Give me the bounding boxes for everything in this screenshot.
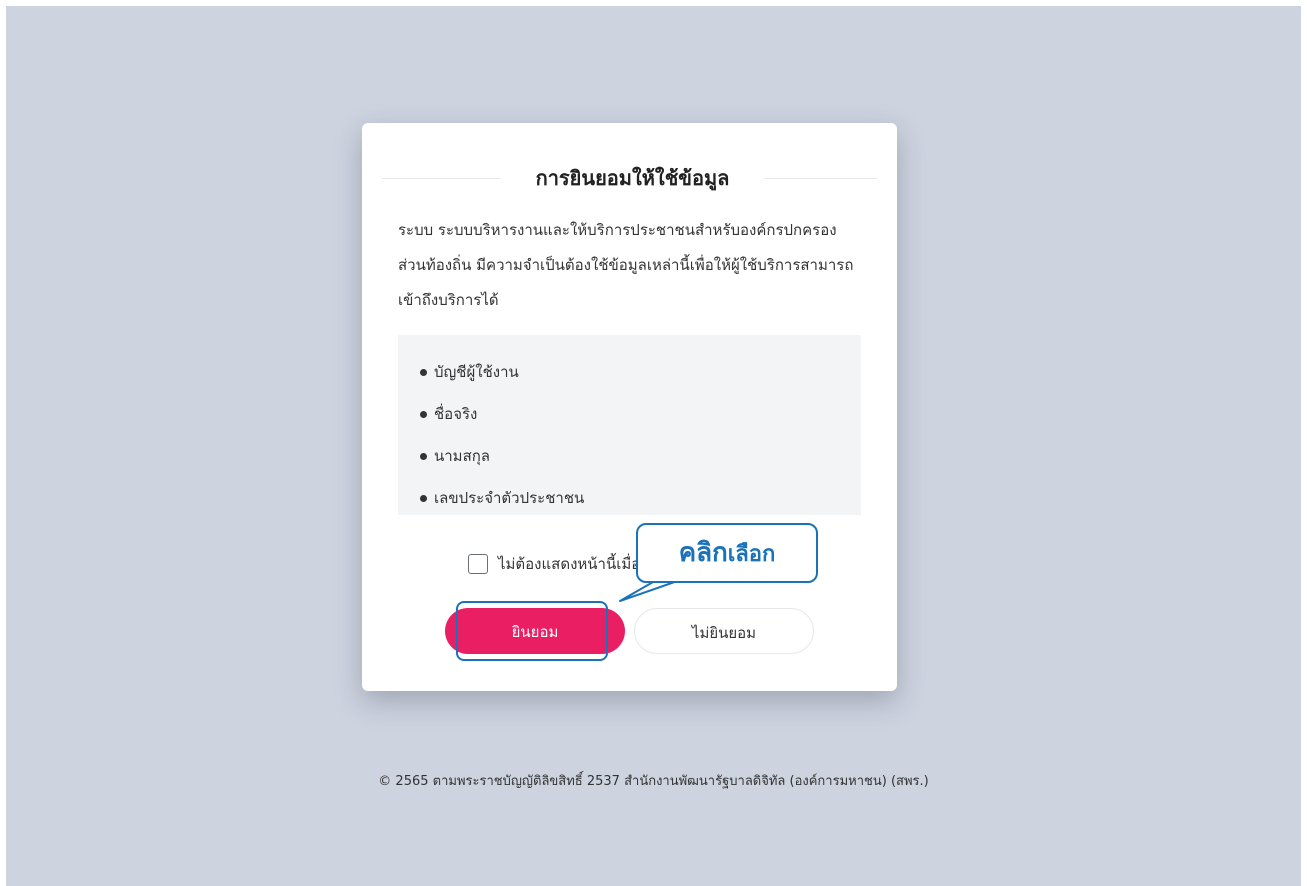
bullet-icon <box>420 495 427 502</box>
dialog-header: การยินยอมให้ใช้ข้อมูล <box>382 163 877 193</box>
callout-text: เลือก <box>727 542 776 567</box>
dont-show-again-label: ไม่ต้องแสดงหน้านี้เมื่อ <box>498 555 641 573</box>
bullet-icon <box>420 453 427 460</box>
dont-show-again-checkbox[interactable] <box>468 554 488 574</box>
data-item-citizen-id: เลขประจำตัวประชาชน <box>398 477 861 519</box>
requested-data-list: บัญชีผู้ใช้งาน ชื่อจริง นามสกุล เลขประจำ… <box>398 335 861 519</box>
click-here-callout: คลิกเลือก <box>636 523 818 583</box>
data-item-label: เลขประจำตัวประชาชน <box>434 489 585 507</box>
consent-description: ระบบ ระบบบริหารงานและให้บริการประชาชนสำห… <box>398 221 854 309</box>
requested-data-box: บัญชีผู้ใช้งาน ชื่อจริง นามสกุล เลขประจำ… <box>398 335 861 515</box>
title-divider-left <box>382 178 500 179</box>
decline-button[interactable]: ไม่ยินยอม <box>634 608 814 654</box>
title-divider-right <box>765 178 877 179</box>
consent-dialog: การยินยอมให้ใช้ข้อมูล ระบบ ระบบบริหารงาน… <box>362 123 897 691</box>
data-item-account: บัญชีผู้ใช้งาน <box>398 351 861 393</box>
dialog-title: การยินยอมให้ใช้ข้อมูล <box>535 166 730 190</box>
data-item-last-name: นามสกุล <box>398 435 861 477</box>
dont-show-again-row[interactable]: ไม่ต้องแสดงหน้านี้เมื่อ <box>468 551 640 577</box>
accept-button[interactable]: ยินยอม <box>445 608 625 654</box>
data-item-first-name: ชื่อจริง <box>398 393 861 435</box>
data-item-label: นามสกุล <box>434 447 490 465</box>
copyright-footer: © 2565 ตามพระราชบัญญัติลิขสิทธิ์ 2537 สำ… <box>378 774 929 789</box>
bullet-icon <box>420 369 427 376</box>
bullet-icon <box>420 411 427 418</box>
data-item-label: ชื่อจริง <box>434 405 478 423</box>
callout-text-bold: คลิก <box>678 538 728 568</box>
data-item-label: บัญชีผู้ใช้งาน <box>434 363 519 381</box>
